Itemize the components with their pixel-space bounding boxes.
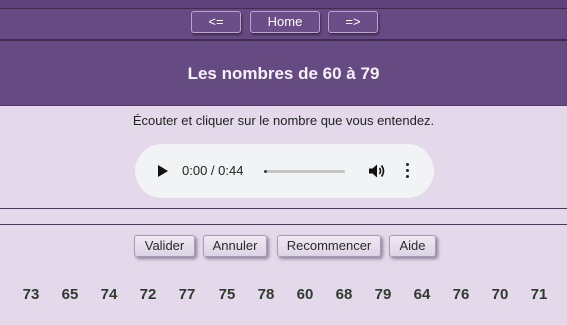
number-choice[interactable]: 74 (94, 286, 124, 304)
number-choice[interactable]: 76 (446, 286, 476, 304)
nav-bar: <= Home => (0, 9, 567, 39)
number-choice[interactable]: 64 (407, 286, 437, 304)
validate-button[interactable]: Valider (134, 235, 195, 257)
number-choice[interactable]: 60 (290, 286, 320, 304)
home-button[interactable]: Home (250, 11, 320, 33)
more-options-icon[interactable] (406, 163, 410, 179)
number-choice[interactable]: 79 (368, 286, 398, 304)
title-band: Les nombres de 60 à 79 (0, 41, 567, 106)
top-strip (0, 0, 567, 9)
number-choice[interactable]: 72 (133, 286, 163, 304)
page-title: Les nombres de 60 à 79 (187, 64, 380, 83)
audio-player[interactable]: 0:00 / 0:44 (135, 144, 434, 198)
time-display: 0:00 / 0:44 (182, 163, 244, 178)
lower-divider (0, 224, 567, 225)
cancel-button[interactable]: Annuler (203, 235, 267, 257)
upper-divider (0, 208, 567, 209)
next-button[interactable]: => (328, 11, 378, 33)
number-choice[interactable]: 78 (251, 286, 281, 304)
previous-button[interactable]: <= (191, 11, 241, 33)
number-choice[interactable]: 73 (16, 286, 46, 304)
play-icon[interactable] (158, 165, 168, 177)
seek-bar[interactable] (264, 170, 345, 173)
seek-progress (264, 170, 267, 173)
number-choice[interactable]: 77 (172, 286, 202, 304)
instruction-text: Écouter et cliquer sur le nombre que vou… (132, 113, 435, 128)
volume-icon[interactable] (368, 163, 386, 179)
number-choice[interactable]: 70 (485, 286, 515, 304)
restart-button[interactable]: Recommencer (277, 235, 381, 257)
number-choice[interactable]: 68 (329, 286, 359, 304)
number-choice[interactable]: 75 (212, 286, 242, 304)
help-button[interactable]: Aide (389, 235, 436, 257)
number-choice[interactable]: 71 (524, 286, 554, 304)
number-choice[interactable]: 65 (55, 286, 85, 304)
